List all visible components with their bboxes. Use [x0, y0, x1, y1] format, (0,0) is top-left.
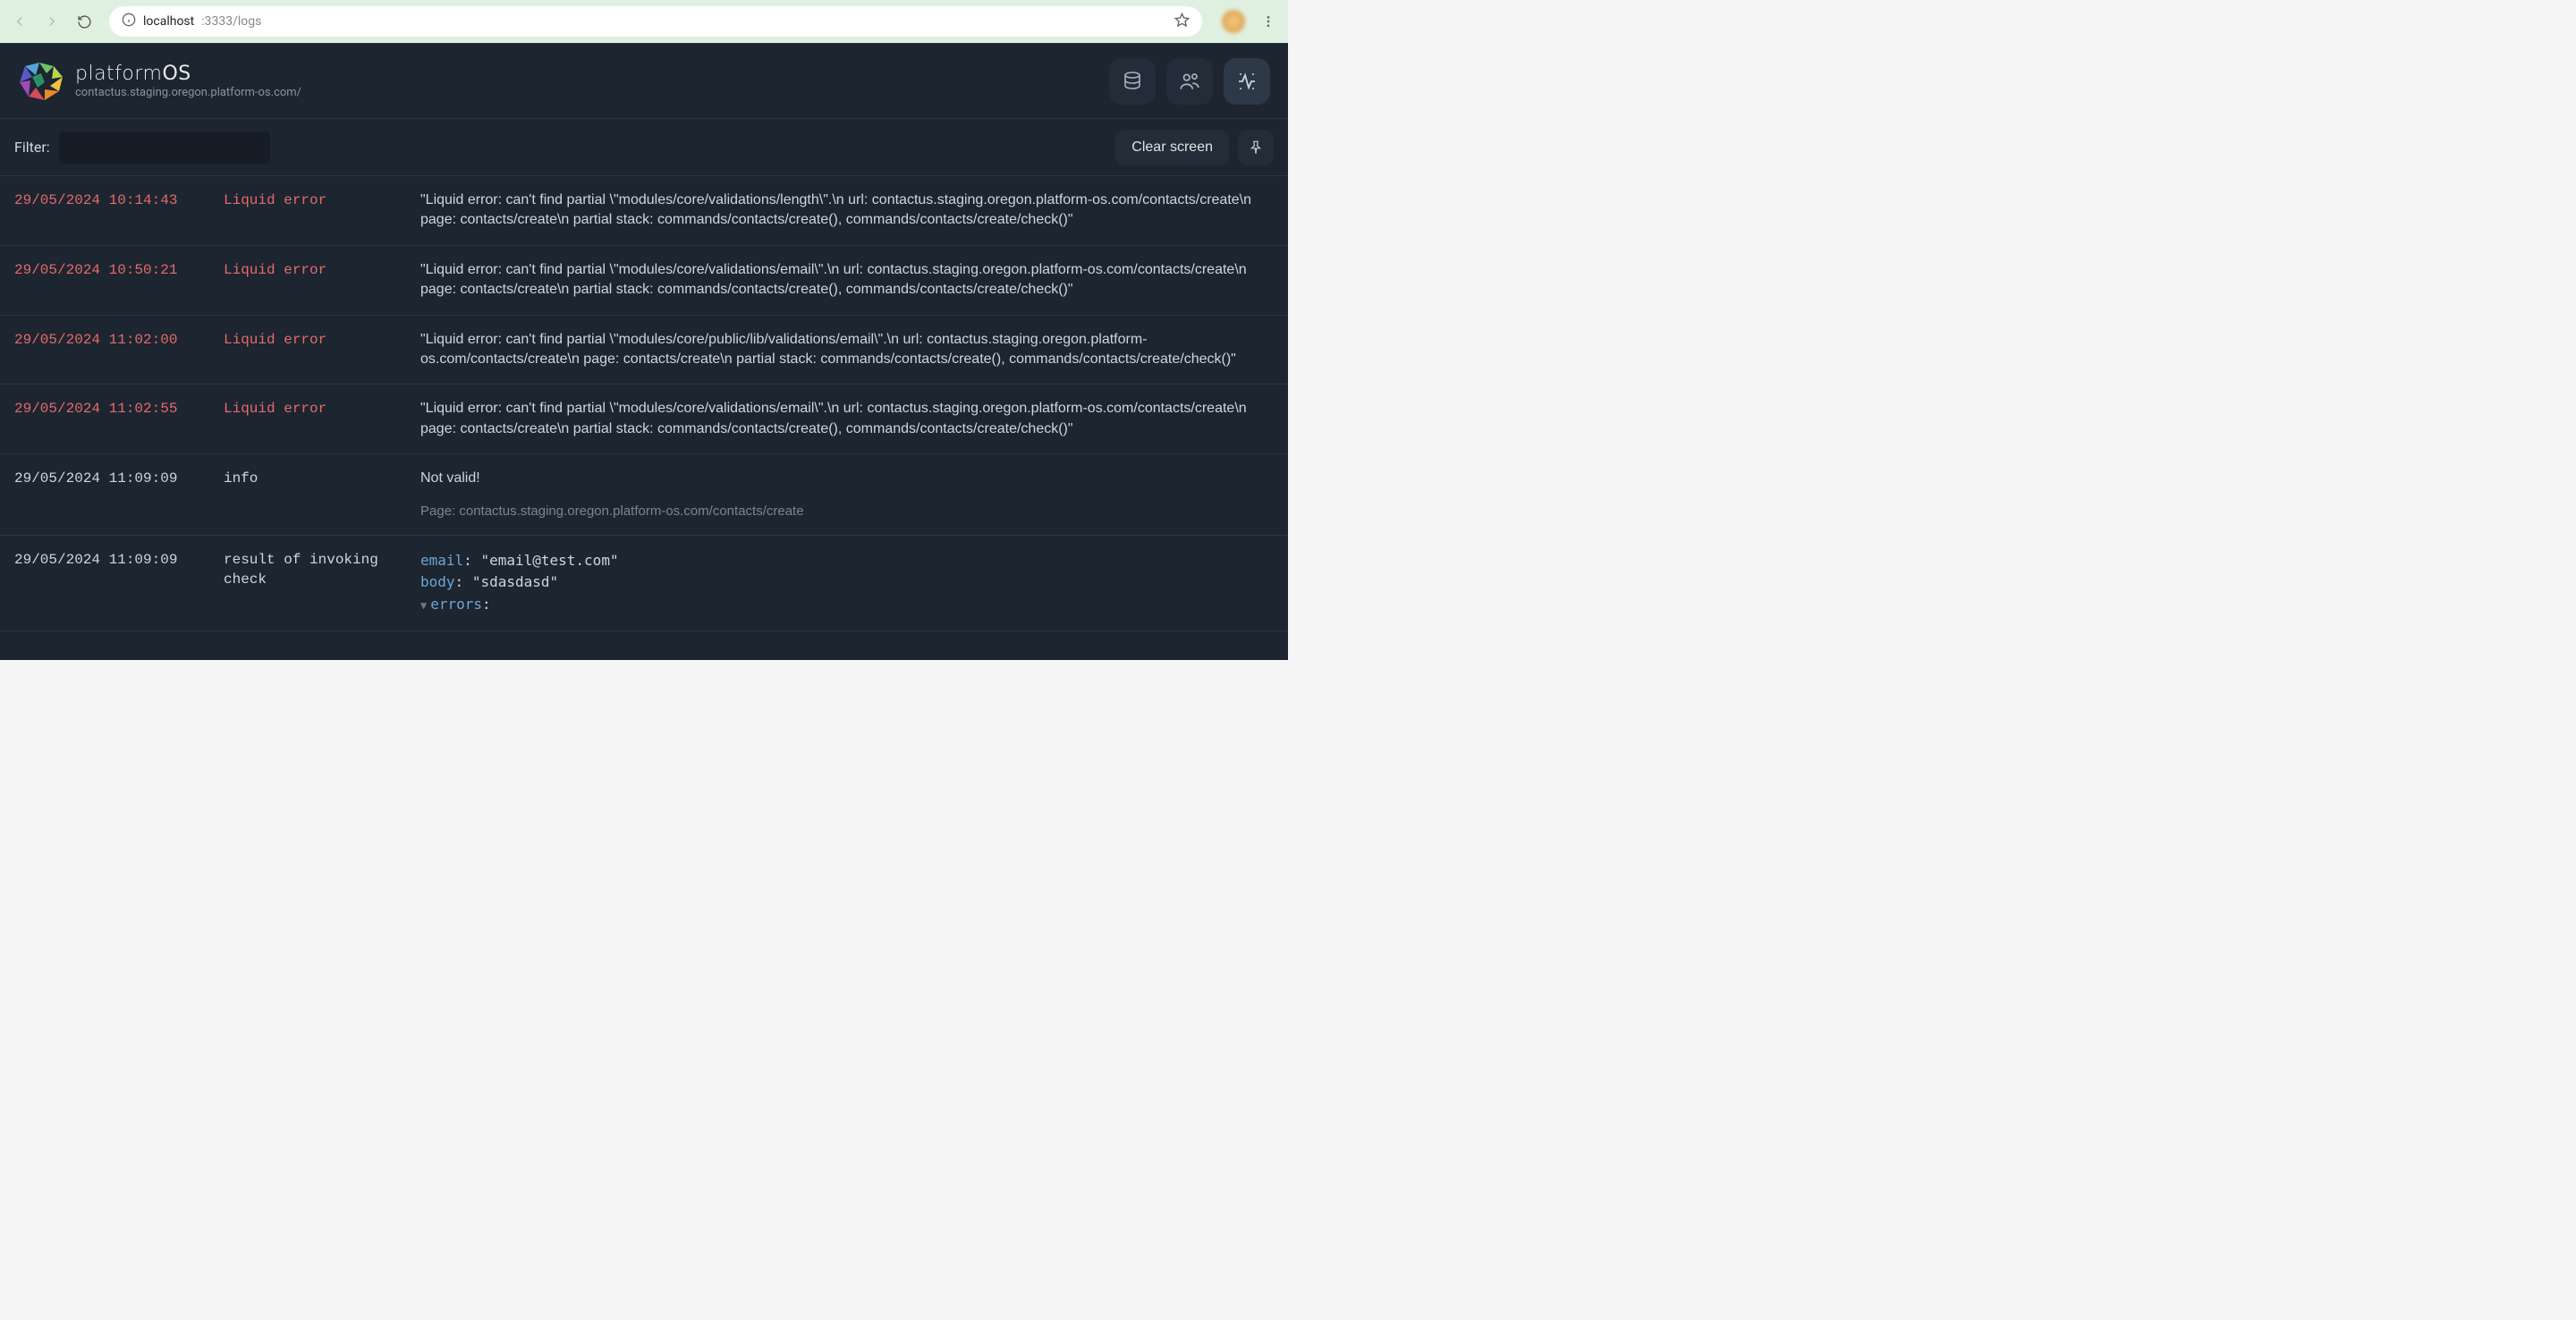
filter-bar: Filter: Clear screen — [0, 119, 1288, 176]
users-icon[interactable] — [1166, 58, 1213, 105]
url-path: :3333/logs — [201, 14, 261, 29]
log-message: email: "email@test.com" body: "sdasdasd"… — [420, 550, 1274, 616]
log-timestamp: 29/05/2024 11:02:55 — [14, 399, 224, 439]
log-message: "Liquid error: can't find partial \"modu… — [420, 399, 1274, 439]
activity-icon[interactable] — [1224, 58, 1270, 105]
brand-title: platformOS — [75, 63, 301, 86]
logs-list: 29/05/2024 10:14:43 Liquid error "Liquid… — [0, 176, 1288, 631]
browser-toolbar: localhost :3333/logs — [0, 0, 1288, 43]
log-message: "Liquid error: can't find partial \"modu… — [420, 190, 1274, 231]
log-row[interactable]: 29/05/2024 11:02:55 Liquid error "Liquid… — [0, 385, 1288, 454]
forward-button[interactable] — [39, 9, 64, 34]
log-type: Liquid error — [224, 190, 420, 231]
site-info-icon[interactable] — [122, 13, 136, 30]
log-timestamp: 29/05/2024 11:09:09 — [14, 550, 224, 616]
database-icon[interactable] — [1109, 58, 1156, 105]
clear-screen-button[interactable]: Clear screen — [1115, 130, 1229, 165]
app-header: platformOS contactus.staging.oregon.plat… — [0, 44, 1288, 119]
address-bar[interactable]: localhost :3333/logs — [109, 6, 1202, 37]
brand-subtitle: contactus.staging.oregon.platform-os.com… — [75, 86, 301, 100]
bookmark-star-icon[interactable] — [1174, 13, 1190, 31]
log-type: Liquid error — [224, 260, 420, 300]
log-type: Liquid error — [224, 330, 420, 370]
pin-icon[interactable] — [1238, 130, 1274, 165]
log-type: Liquid error — [224, 399, 420, 439]
log-row[interactable]: 29/05/2024 11:09:09 info Not valid! Page… — [0, 454, 1288, 535]
platformos-logo-icon — [18, 61, 64, 102]
log-row[interactable]: 29/05/2024 11:02:00 Liquid error "Liquid… — [0, 316, 1288, 385]
log-timestamp: 29/05/2024 10:14:43 — [14, 190, 224, 231]
profile-avatar[interactable] — [1222, 10, 1245, 33]
log-type: info — [224, 469, 420, 520]
app-body: platformOS contactus.staging.oregon.plat… — [0, 43, 1288, 660]
log-timestamp: 29/05/2024 11:02:00 — [14, 330, 224, 370]
log-timestamp: 29/05/2024 11:09:09 — [14, 469, 224, 520]
log-timestamp: 29/05/2024 10:50:21 — [14, 260, 224, 300]
log-row[interactable]: 29/05/2024 11:09:09 result of invoking c… — [0, 536, 1288, 631]
log-row[interactable]: 29/05/2024 10:50:21 Liquid error "Liquid… — [0, 246, 1288, 316]
kebab-menu-icon[interactable] — [1256, 9, 1281, 34]
log-type: result of invoking check — [224, 550, 420, 616]
log-message: "Liquid error: can't find partial \"modu… — [420, 260, 1274, 300]
log-message: Not valid! Page: contactus.staging.orego… — [420, 469, 1274, 520]
log-message: "Liquid error: can't find partial \"modu… — [420, 330, 1274, 370]
filter-label: Filter: — [14, 139, 50, 156]
log-row[interactable]: 29/05/2024 10:14:43 Liquid error "Liquid… — [0, 176, 1288, 246]
expand-triangle-icon[interactable]: ▼ — [420, 599, 427, 612]
reload-button[interactable] — [72, 9, 97, 34]
log-subline: Page: contactus.staging.oregon.platform-… — [420, 502, 1274, 520]
url-host: localhost — [143, 14, 194, 29]
back-button[interactable] — [7, 9, 32, 34]
filter-input[interactable] — [59, 131, 270, 164]
